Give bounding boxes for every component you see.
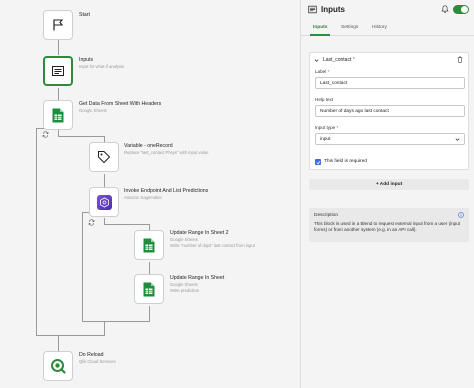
block-enabled-toggle[interactable] <box>453 5 469 14</box>
add-input-button[interactable]: + Add input <box>309 179 469 190</box>
connector <box>36 128 37 336</box>
connector <box>104 174 105 188</box>
connector <box>58 335 59 351</box>
form-icon <box>52 66 64 76</box>
app-root: Start Inputs Input for what-if analysis … <box>0 0 474 388</box>
help-text-caption: Help text <box>315 97 334 102</box>
node-subtitle: Google Sheets <box>170 282 198 287</box>
connector <box>149 306 150 322</box>
node-subtitle: Write "number of days" last contact from… <box>170 243 255 248</box>
required-checkbox-label: This field is required <box>324 159 367 164</box>
node-subtitle: Input for what-if analysis <box>79 64 125 69</box>
required-checkbox[interactable] <box>315 159 321 165</box>
node-title: Variable - oneRecord <box>124 143 173 149</box>
connector <box>36 335 104 336</box>
tab-settings[interactable]: Settings <box>341 25 358 30</box>
loop-icon <box>87 218 95 226</box>
start-node[interactable] <box>43 10 73 40</box>
tab-inputs[interactable]: Inputs <box>313 25 327 30</box>
node-title: Start <box>79 12 90 18</box>
description-title: Description <box>314 213 338 218</box>
node-subtitle: Google Sheets <box>79 108 107 113</box>
chevron-down-icon <box>455 138 460 141</box>
node-title: Update Range In Sheet <box>170 275 225 281</box>
tab-history[interactable]: History <box>372 25 387 30</box>
get-data-node[interactable] <box>43 100 73 130</box>
trash-icon[interactable] <box>457 56 463 63</box>
node-title: Inputs <box>79 57 94 63</box>
node-title: Do Reload <box>79 352 104 358</box>
active-tab-indicator <box>310 34 330 36</box>
sagemaker-icon <box>96 194 112 210</box>
node-title: Update Range In Sheet 2 <box>170 230 229 236</box>
node-subtitle: Google Sheets <box>170 237 198 242</box>
google-sheets-icon <box>143 282 155 296</box>
flow-canvas[interactable]: Start Inputs Input for what-if analysis … <box>0 0 300 388</box>
do-reload-node[interactable] <box>43 351 73 381</box>
qlik-icon <box>51 359 66 374</box>
node-subtitle: Replace "last_contact Phsys" with input … <box>124 150 209 155</box>
help-text-field[interactable]: Number of days ago last contact <box>315 105 465 117</box>
connector <box>149 262 150 274</box>
node-title: Get Data From Sheet With Headers <box>79 101 162 107</box>
info-icon[interactable] <box>458 212 464 218</box>
node-subtitle: Qlik Cloud Services <box>79 359 116 364</box>
description-text: This block is used in a Blend to request… <box>314 221 461 233</box>
flag-icon <box>53 19 64 31</box>
bell-icon[interactable] <box>441 5 449 13</box>
update-range-node[interactable] <box>134 274 164 304</box>
panel-header: Inputs <box>301 0 474 20</box>
label-caption: Label * <box>315 69 330 74</box>
input-type-select[interactable]: input <box>315 133 465 145</box>
connector <box>58 136 104 137</box>
connector <box>104 224 150 225</box>
form-icon <box>308 5 317 14</box>
inputs-node[interactable] <box>43 56 73 86</box>
connector <box>82 212 83 322</box>
node-title: Invoke Endpoint And List Predictions <box>124 188 209 194</box>
variable-node[interactable] <box>89 142 119 172</box>
google-sheets-icon <box>52 108 64 122</box>
panel-tabs: Inputs Settings History <box>301 22 474 36</box>
input-type-caption: Input type * <box>315 125 339 130</box>
loop-icon <box>41 130 49 138</box>
input-field-name: Last_contact <box>323 57 352 63</box>
required-mark: * <box>352 57 355 63</box>
input-field-card: Last_contact * Label * Last_contact Help… <box>309 52 469 170</box>
connector <box>58 40 59 55</box>
connector <box>104 321 105 336</box>
tag-icon <box>98 151 111 164</box>
panel-title: Inputs <box>321 5 345 14</box>
node-subtitle: Write prediction <box>170 288 200 293</box>
update-range-2-node[interactable] <box>134 230 164 260</box>
check-icon <box>316 160 320 164</box>
google-sheets-icon <box>143 238 155 252</box>
chevron-down-icon[interactable] <box>314 58 319 63</box>
node-subtitle: Amazon Sagemaker <box>124 195 162 200</box>
connector <box>82 321 150 322</box>
input-field-header[interactable]: Last_contact * <box>314 57 355 63</box>
label-field[interactable]: Last_contact <box>315 77 465 89</box>
description-box: Description This block is used in a Blen… <box>309 208 469 242</box>
invoke-endpoint-node[interactable] <box>89 187 119 217</box>
connector <box>58 88 59 100</box>
block-config-panel: Inputs Inputs Settings History Last_cont… <box>300 0 474 388</box>
